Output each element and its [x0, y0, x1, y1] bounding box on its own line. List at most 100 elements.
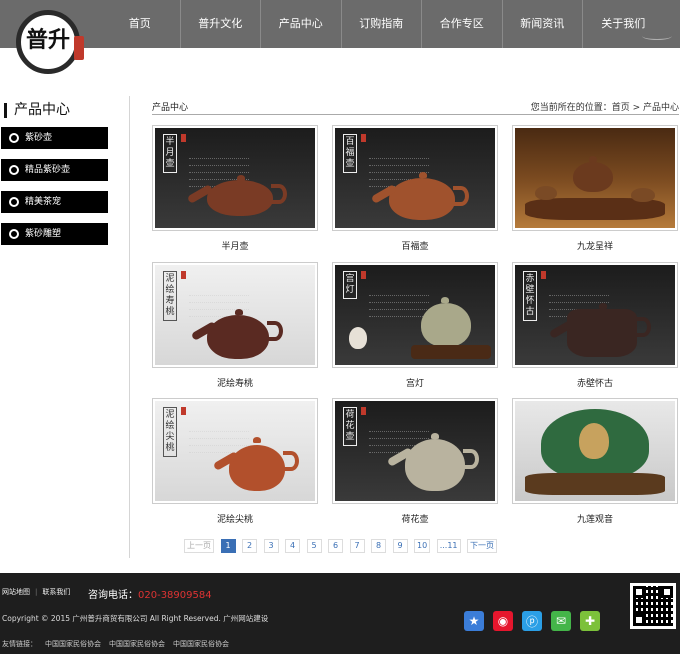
seal-icon — [361, 271, 366, 279]
sidebar-item-label: 精品紫砂壶 — [25, 165, 71, 175]
product-card[interactable]: 百福壶 百福壶 — [332, 125, 498, 252]
product-image[interactable] — [512, 125, 678, 231]
circle-icon — [9, 197, 19, 207]
sidebar-title: 产品中心 — [4, 103, 70, 118]
nav-home[interactable]: 首页 — [100, 0, 181, 48]
product-card[interactable]: 泥绘寿桃 泥绘寿桃 — [152, 262, 318, 389]
product-card[interactable]: 九莲观音 — [512, 398, 678, 525]
footer-links: 网站地图 | 联系我们 — [2, 588, 71, 596]
prev-page-button[interactable]: 上一页 — [184, 539, 214, 553]
product-name[interactable]: 泥绘寿桃 — [152, 376, 318, 389]
product-image[interactable]: 荷花壶 — [332, 398, 498, 504]
page-5-button[interactable]: 5 — [306, 539, 322, 553]
page-6-button[interactable]: 6 — [328, 539, 343, 553]
logo-text: 普升 — [26, 27, 71, 53]
seal-icon — [181, 407, 186, 415]
product-tag: 半月壶 — [163, 134, 177, 173]
product-name[interactable]: 宫灯 — [332, 376, 498, 389]
product-tag: 百福壶 — [343, 134, 357, 173]
sidebar-item-tea-pets[interactable]: 精美茶宠 — [1, 191, 108, 213]
nav-order-guide[interactable]: 订购指南 — [342, 0, 422, 48]
contact-link[interactable]: 联系我们 — [42, 588, 70, 596]
product-image[interactable]: 半月壶 — [152, 125, 318, 231]
product-card[interactable]: 半月壶 半月壶 — [152, 125, 318, 252]
next-page-button[interactable]: 下一页 — [467, 539, 497, 553]
product-image[interactable]: 泥绘尖桃 — [152, 398, 318, 504]
circle-icon — [9, 165, 19, 175]
share-icons: ★ ◉ ⓟ ✉ ✚ — [464, 611, 609, 631]
product-name[interactable]: 赤壁怀古 — [512, 376, 678, 389]
page-3-button[interactable]: 3 — [263, 539, 279, 553]
sidebar-item-premium-pot[interactable]: 精品紫砂壶 — [1, 159, 108, 181]
page-9-button[interactable]: 9 — [392, 539, 408, 553]
product-name[interactable]: 荷花壶 — [332, 512, 498, 525]
nav-about[interactable]: 关于我们 — [583, 0, 664, 48]
product-card[interactable]: 宫灯 宫灯 — [332, 262, 498, 389]
seal-icon — [181, 134, 186, 142]
decorative-swirl — [642, 32, 672, 40]
sidebar-item-zisha-pot[interactable]: 紫砂壶 — [1, 127, 108, 149]
page-8-button[interactable]: 8 — [371, 539, 386, 553]
product-name[interactable]: 泥绘尖桃 — [152, 512, 318, 525]
product-name[interactable]: 九龙呈祥 — [512, 239, 678, 252]
product-name[interactable]: 百福壶 — [332, 239, 498, 252]
qr-code-image — [630, 583, 676, 629]
page-10-button[interactable]: 10 — [414, 539, 431, 553]
nav-news[interactable]: 新闻资讯 — [503, 0, 583, 48]
weibo-icon[interactable]: ◉ — [493, 611, 513, 631]
friend-links-label: 友情链接： — [2, 640, 37, 648]
sidebar-item-label: 紫砂雕塑 — [25, 229, 62, 239]
product-image[interactable]: 赤壁怀古 — [512, 262, 678, 368]
nav-products[interactable]: 产品中心 — [261, 0, 342, 48]
seal-icon — [361, 134, 366, 142]
site-logo[interactable]: 普升 — [12, 6, 88, 78]
product-tag: 赤壁怀古 — [523, 271, 537, 321]
friend-link[interactable]: 中国国家民俗协会 — [109, 640, 165, 648]
product-card[interactable]: 荷花壶 荷花壶 — [332, 398, 498, 525]
page-4-button[interactable]: 4 — [285, 539, 300, 553]
product-tag: 宫灯 — [343, 271, 357, 299]
section-title: 产品中心 — [152, 103, 189, 113]
seal-icon — [181, 271, 186, 279]
breadcrumb: 产品中心 您当前所在的位置：首页 > 产品中心 — [152, 96, 679, 115]
product-card[interactable]: 九龙呈祥 — [512, 125, 678, 252]
page-2-button[interactable]: 2 — [242, 539, 257, 553]
sidebar-item-label: 紫砂壶 — [25, 133, 53, 143]
spec-lines — [369, 289, 429, 317]
tencent-weibo-icon[interactable]: ⓟ — [522, 611, 542, 631]
product-image[interactable] — [512, 398, 678, 504]
pagination: 上一页 1 2 3 4 5 6 7 8 9 10 ...11 下一页 — [184, 539, 504, 553]
more-share-icon[interactable]: ✚ — [580, 611, 600, 631]
product-name[interactable]: 九莲观音 — [512, 512, 678, 525]
page-ellipsis-button[interactable]: ...11 — [436, 539, 461, 553]
sitemap-link[interactable]: 网站地图 — [2, 588, 30, 596]
favorite-star-icon[interactable]: ★ — [464, 611, 484, 631]
product-image[interactable]: 泥绘寿桃 — [152, 262, 318, 368]
nav-cooperation[interactable]: 合作专区 — [422, 0, 503, 48]
circle-icon — [9, 133, 19, 143]
hotline: 咨询电话：020-38909584 — [88, 586, 212, 601]
hotline-number: 020-38909584 — [138, 590, 212, 601]
product-image[interactable]: 百福壶 — [332, 125, 498, 231]
product-tag: 泥绘寿桃 — [163, 271, 177, 321]
product-name[interactable]: 半月壶 — [152, 239, 318, 252]
product-image[interactable]: 宫灯 — [332, 262, 498, 368]
sidebar-item-sculpture[interactable]: 紫砂雕塑 — [1, 223, 108, 245]
breadcrumb-location[interactable]: 您当前所在的位置：首页 > 产品中心 — [531, 100, 679, 113]
wechat-icon[interactable]: ✉ — [551, 611, 571, 631]
sidebar-item-label: 精美茶宠 — [25, 197, 62, 207]
seal-icon — [541, 271, 546, 279]
friend-link[interactable]: 中国国家民俗协会 — [173, 640, 229, 648]
product-tag: 荷花壶 — [343, 407, 357, 446]
page-1-button[interactable]: 1 — [220, 539, 236, 553]
nav-culture[interactable]: 普升文化 — [181, 0, 261, 48]
product-card[interactable]: 赤壁怀古 赤壁怀古 — [512, 262, 678, 389]
seal-icon — [361, 407, 366, 415]
copyright: Copyright © 2015 广州普升商贸有限公司 All Right Re… — [2, 614, 269, 623]
footer: 网站地图 | 联系我们 咨询电话：020-38909584 Copyright © … — [0, 573, 680, 654]
friend-link[interactable]: 中国国家民俗协会 — [45, 640, 101, 648]
product-tag: 泥绘尖桃 — [163, 407, 177, 457]
page-7-button[interactable]: 7 — [349, 539, 365, 553]
top-navigation-bar: 首页 普升文化 产品中心 订购指南 合作专区 新闻资讯 关于我们 — [0, 0, 680, 48]
product-card[interactable]: 泥绘尖桃 泥绘尖桃 — [152, 398, 318, 525]
